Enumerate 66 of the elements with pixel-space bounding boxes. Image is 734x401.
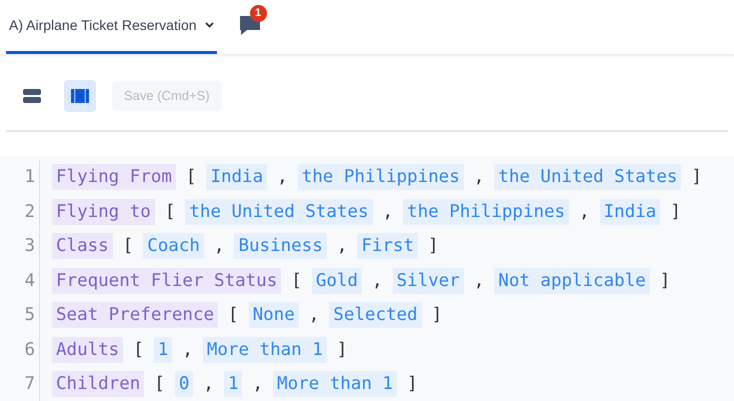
- field-name: Children: [52, 371, 144, 398]
- option-value: Coach: [143, 233, 204, 260]
- bracket-punctuation: ,: [382, 200, 394, 224]
- option-value: More than 1: [202, 336, 327, 363]
- bracket-punctuation: [: [154, 373, 165, 396]
- field-name: Flying to: [52, 198, 155, 225]
- option-value: India: [206, 164, 268, 190]
- option-value: Business: [234, 233, 327, 260]
- code-editor[interactable]: [0, 156, 734, 401]
- field-name: Seat Preference: [52, 302, 218, 328]
- option-value: 1: [154, 336, 172, 363]
- option-value: Not applicable: [494, 268, 650, 294]
- line-number: 1: [24, 166, 35, 190]
- field-name: Adults: [52, 336, 124, 363]
- line-number: 3: [24, 235, 35, 258]
- bracket-punctuation: ,: [372, 270, 383, 293]
- bracket-punctuation: ,: [336, 235, 348, 258]
- option-value: First: [357, 233, 418, 260]
- field-name: Class: [52, 233, 113, 260]
- bracket-punctuation: ,: [277, 166, 288, 190]
- columns-icon: [71, 88, 89, 102]
- bracket-punctuation: [: [291, 270, 302, 293]
- bracket-punctuation: ,: [308, 304, 320, 328]
- bracket-punctuation: ]: [336, 338, 348, 362]
- tab[interactable]: A) Airplane Ticket Reservation: [6, 0, 217, 54]
- bracket-punctuation: ,: [252, 373, 264, 396]
- bracket-punctuation: ]: [406, 373, 418, 396]
- option-value: Silver: [392, 268, 464, 294]
- option-value: None: [248, 302, 299, 328]
- line-number: 5: [24, 304, 35, 328]
- bracket-punctuation: [: [228, 304, 239, 328]
- columns-view-button[interactable]: [64, 80, 96, 112]
- option-value: the United States: [494, 164, 682, 190]
- option-value: 1: [224, 371, 242, 398]
- bracket-punctuation: ]: [660, 270, 670, 293]
- option-value: More than 1: [273, 371, 397, 398]
- bracket-punctuation: [: [133, 338, 144, 362]
- bracket-punctuation: [: [122, 235, 134, 258]
- bracket-punctuation: ,: [203, 373, 214, 396]
- option-value: the Philippines: [403, 198, 570, 225]
- option-value: Gold: [312, 268, 362, 294]
- notification-badge: 1: [250, 5, 267, 22]
- bracket-punctuation: ,: [214, 235, 224, 258]
- field-name: Frequent Flier Status: [52, 268, 282, 294]
- chevron-down-icon: [204, 22, 214, 28]
- bracket-punctuation: ,: [474, 270, 484, 293]
- option-value: the Philippines: [298, 164, 464, 190]
- bracket-punctuation: ]: [432, 304, 442, 328]
- line-number: 2: [24, 200, 35, 224]
- bracket-punctuation: ,: [474, 166, 484, 190]
- option-value: the United States: [185, 198, 372, 225]
- option-value: 0: [174, 371, 194, 398]
- bracket-punctuation: ,: [579, 200, 590, 224]
- option-value: Selected: [329, 302, 422, 328]
- field-name: Flying From: [52, 164, 176, 190]
- option-value: India: [600, 198, 660, 225]
- line-number: 7: [24, 373, 35, 396]
- bracket-punctuation: [: [164, 200, 176, 224]
- bracket-punctuation: ,: [182, 338, 193, 362]
- rows-icon: [23, 88, 41, 102]
- bracket-punctuation: ]: [428, 235, 439, 258]
- bracket-punctuation: ]: [691, 166, 702, 190]
- line-number: 4: [24, 270, 35, 293]
- bracket-punctuation: ]: [670, 200, 681, 224]
- line-number: 6: [24, 338, 35, 362]
- bracket-punctuation: [: [186, 166, 196, 190]
